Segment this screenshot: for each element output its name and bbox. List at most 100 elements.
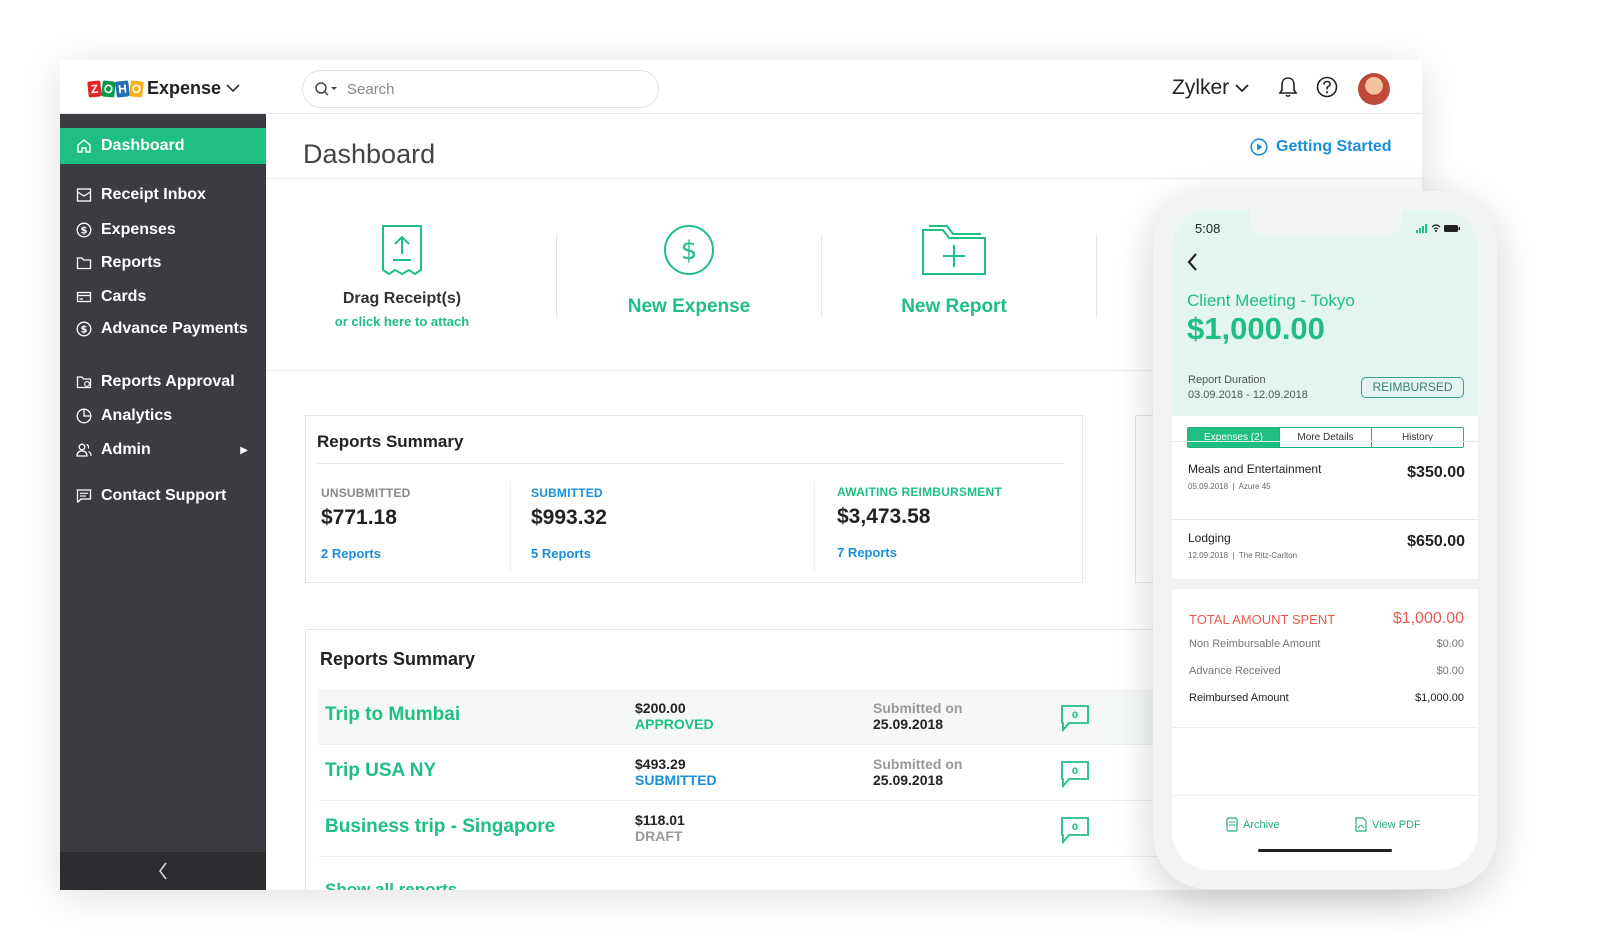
card-title: Reports Summary bbox=[320, 649, 476, 669]
search-bar[interactable] bbox=[302, 70, 659, 108]
sidebar-item-expenses[interactable]: $ Expenses bbox=[60, 212, 266, 248]
zoho-logo: Z O H O bbox=[87, 79, 144, 98]
summary-reports-link[interactable]: 7 Reports bbox=[837, 545, 1002, 560]
summary-label: SUBMITTED bbox=[531, 486, 603, 500]
status-badge: REIMBURSED bbox=[1361, 377, 1464, 398]
divider bbox=[556, 234, 557, 318]
new-expense-button[interactable]: $ New Expense bbox=[609, 224, 769, 318]
total-value: $1,000.00 bbox=[1392, 610, 1464, 627]
summary-reports-link[interactable]: 2 Reports bbox=[321, 546, 411, 561]
app-name: Expense bbox=[147, 78, 222, 98]
svg-text:$: $ bbox=[81, 325, 88, 336]
report-amount-cell: $493.29 SUBMITTED bbox=[635, 756, 717, 788]
advance-received-value: $0.00 bbox=[1436, 665, 1464, 677]
report-row[interactable]: Trip to Mumbai $200.00 APPROVED Submitte… bbox=[318, 689, 1158, 745]
divider bbox=[510, 482, 511, 572]
logo-letter: O bbox=[129, 79, 144, 98]
tab-expenses[interactable]: Expenses (2) bbox=[1188, 428, 1279, 447]
play-circle-icon bbox=[1250, 138, 1268, 156]
sidebar-item-cards[interactable]: Cards bbox=[60, 279, 266, 315]
logo-letter: H bbox=[115, 79, 130, 98]
chevron-down-icon[interactable] bbox=[226, 84, 240, 93]
sidebar-item-receipt-inbox[interactable]: Receipt Inbox bbox=[60, 177, 266, 213]
report-name[interactable]: Trip to Mumbai bbox=[325, 704, 460, 726]
sidebar-item-analytics[interactable]: Analytics bbox=[60, 398, 266, 434]
summary-awaiting: AWAITING REIMBURSMENT $3,473.58 7 Report… bbox=[837, 485, 1002, 560]
sidebar-item-label: Contact Support bbox=[101, 487, 227, 504]
show-all-reports-link[interactable]: Show all reports bbox=[325, 880, 457, 890]
section-divider bbox=[1172, 579, 1478, 589]
new-report-button[interactable]: New Report bbox=[874, 224, 1034, 318]
submitted-date: 25.09.2018 bbox=[873, 716, 944, 732]
divider bbox=[1172, 441, 1478, 442]
summary-submitted: SUBMITTED $993.32 5 Reports bbox=[531, 486, 607, 561]
org-name: Zylker bbox=[1172, 76, 1230, 99]
expense-date: 05.09.2018 bbox=[1188, 482, 1229, 491]
sidebar-item-reports-approval[interactable]: Reports Approval bbox=[60, 364, 266, 400]
summary-amount: $771.18 bbox=[321, 506, 397, 529]
advance-received-label: Advance Received bbox=[1189, 665, 1281, 677]
report-amount: $118.01 bbox=[635, 812, 685, 828]
search-input[interactable] bbox=[347, 80, 627, 98]
expense-date: 12.09.2018 bbox=[1188, 551, 1229, 560]
divider bbox=[1096, 234, 1097, 318]
non-reimbursable-value: $0.00 bbox=[1436, 638, 1464, 650]
sidebar-collapse-button[interactable] bbox=[60, 852, 266, 890]
submitted-label: Submitted on bbox=[873, 756, 963, 772]
comments-button[interactable]: 0 bbox=[1060, 760, 1090, 793]
sidebar-item-advance-payments[interactable]: $ Advance Payments bbox=[60, 311, 266, 347]
caret-right-icon: ▶ bbox=[240, 444, 248, 456]
divider bbox=[1172, 795, 1478, 796]
tab-history[interactable]: History bbox=[1371, 428, 1463, 447]
expense-item[interactable]: Meals and Entertainment 05.09.2018 | Azu… bbox=[1172, 452, 1478, 520]
expense-meta: 12.09.2018 | The Ritz-Carlton bbox=[1188, 551, 1298, 560]
drag-receipt-dropzone[interactable]: Drag Receipt(s) or click here to attach bbox=[332, 224, 472, 329]
view-pdf-label: View PDF bbox=[1372, 818, 1421, 831]
report-name[interactable]: Trip USA NY bbox=[325, 760, 436, 782]
app-logo[interactable]: Z O H O Expense bbox=[87, 78, 240, 99]
dollar-circle-icon: $ bbox=[76, 321, 92, 337]
total-label: TOTAL AMOUNT SPENT bbox=[1189, 612, 1336, 627]
new-expense-label: New Expense bbox=[627, 296, 751, 317]
comments-button[interactable]: 0 bbox=[1060, 816, 1090, 849]
sidebar-item-reports[interactable]: Reports bbox=[60, 245, 266, 281]
report-row[interactable]: Trip USA NY $493.29 SUBMITTED Submitted … bbox=[318, 745, 1158, 801]
search-icon[interactable] bbox=[315, 82, 337, 96]
summary-label: UNSUBMITTED bbox=[321, 486, 411, 500]
tab-more-details[interactable]: More Details bbox=[1279, 428, 1371, 447]
user-avatar[interactable] bbox=[1358, 73, 1390, 105]
comment-icon: 0 bbox=[1061, 761, 1089, 789]
report-amount-cell: $200.00 APPROVED bbox=[635, 700, 714, 732]
report-row[interactable]: Business trip - Singapore $118.01 DRAFT … bbox=[318, 801, 1158, 857]
sidebar-item-contact-support[interactable]: Contact Support bbox=[60, 478, 266, 514]
comments-button[interactable]: 0 bbox=[1060, 704, 1090, 737]
sidebar-item-dashboard[interactable]: Dashboard bbox=[60, 128, 266, 164]
back-arrow-icon[interactable] bbox=[1186, 252, 1198, 272]
org-switcher[interactable]: Zylker bbox=[1172, 76, 1249, 100]
reimbursed-amount-value: $1,000.00 bbox=[1415, 692, 1464, 704]
folder-icon bbox=[76, 257, 92, 270]
reimbursed-amount-label: Reimbursed Amount bbox=[1189, 692, 1289, 704]
report-submitted-cell: Submitted on 25.09.2018 bbox=[873, 700, 962, 732]
bell-icon[interactable] bbox=[1278, 76, 1298, 98]
svg-text:$: $ bbox=[681, 236, 698, 266]
status-icons bbox=[1416, 224, 1460, 233]
folder-plus-icon bbox=[922, 225, 986, 275]
sidebar-item-label: Analytics bbox=[101, 407, 173, 424]
sidebar-item-label: Reports Approval bbox=[101, 373, 235, 390]
chat-icon bbox=[76, 489, 92, 503]
archive-button[interactable]: Archive bbox=[1226, 817, 1280, 832]
sidebar-item-admin[interactable]: Admin ▶ bbox=[60, 432, 266, 468]
help-icon[interactable] bbox=[1316, 76, 1338, 98]
sidebar-item-label: Receipt Inbox bbox=[101, 186, 206, 203]
drag-receipt-label: Drag Receipt(s) bbox=[342, 290, 462, 307]
getting-started-link[interactable]: Getting Started bbox=[1250, 138, 1392, 156]
report-name[interactable]: Business trip - Singapore bbox=[325, 816, 555, 838]
attach-link[interactable]: or click here to attach bbox=[332, 314, 472, 329]
duration-label: Report Duration bbox=[1188, 374, 1266, 386]
report-amount: $493.29 bbox=[635, 756, 686, 772]
summary-reports-link[interactable]: 5 Reports bbox=[531, 546, 607, 561]
view-pdf-button[interactable]: View PDF bbox=[1355, 817, 1421, 832]
comment-count: 0 bbox=[1072, 711, 1078, 721]
advance-received-row: Advance Received $0.00 bbox=[1189, 665, 1464, 677]
